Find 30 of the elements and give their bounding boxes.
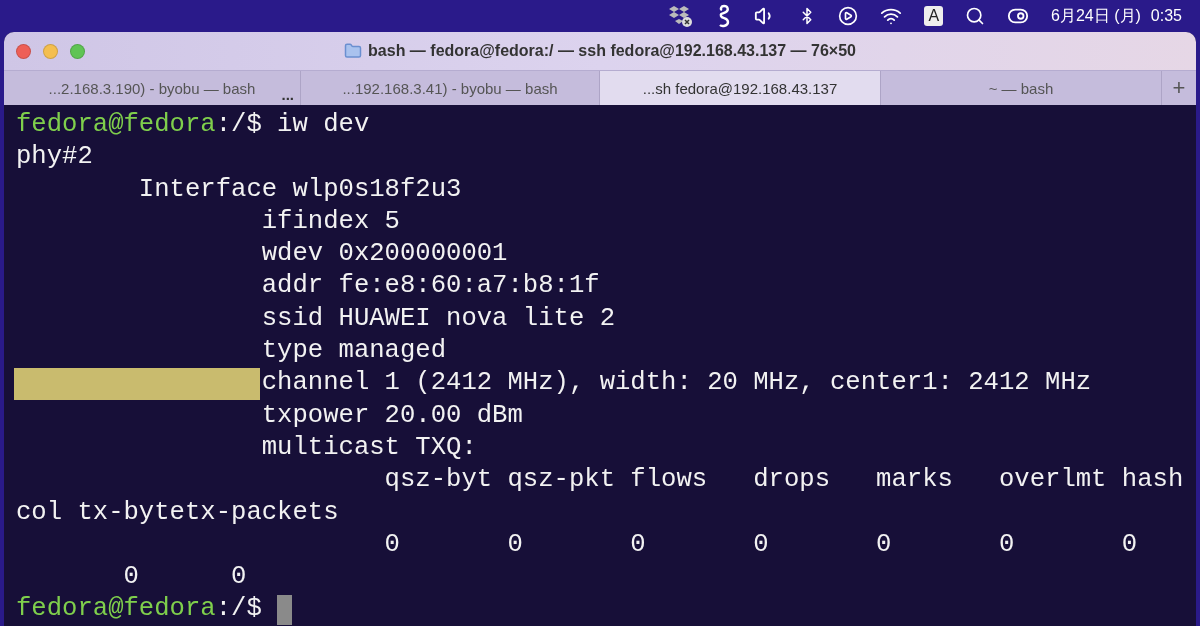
dropbox-sync-icon[interactable] [668,4,695,28]
prompt-user: fedora@fedora [16,109,216,141]
terminal-text: :/$ [215,593,263,626]
terminal-text: txpower 20.00 dBm [260,399,523,432]
window-title: bash — fedora@fedora:/ — ssh fedora@192.168.43.137 — 76×50 [368,42,856,60]
terminal-text: 0 0 [122,561,247,594]
close-button[interactable] [16,43,31,59]
folder-icon [344,42,363,60]
menu-bar-time[interactable]: 0:35 [1150,7,1182,25]
prompt-user: fedora@fedora [16,593,216,626]
terminal-text: multicast TXQ: [260,431,477,464]
terminal-text: addr fe:e8:60:a7:b8:1f [260,270,600,303]
tab-overflow-marker[interactable]: ... [281,86,294,103]
terminal-text: 0 0 0 0 0 0 0 [383,528,1138,561]
play-icon[interactable] [838,6,859,26]
terminal-text: col tx-bytetx-packets [16,496,339,529]
terminal-text: qsz-byt qsz-pkt flows drops marks overlmt hash [383,464,1184,497]
terminal-text: Interface wlp0s18f2u3 [137,173,462,206]
terminal-text: :/$ iw dev [215,109,370,141]
terminal-text: channel 1 (2412 MHz), width: 20 MHz, center1: 2412 MHz [261,367,1092,400]
terminal-text: ssid HUAWEI nova lite 2 [260,302,615,335]
terminal-text: phy#2 [16,141,93,174]
search-icon[interactable] [965,6,986,26]
terminal-text: wdev 0x200000001 [260,238,508,271]
terminal-tab[interactable]: ...sh fedora@192.168.43.137 [600,71,881,105]
terminal-text: ifindex 5 [260,205,400,238]
new-tab-button[interactable]: + [1162,71,1196,105]
terminal-text: type managed [260,335,447,368]
input-source-indicator[interactable]: A [924,6,944,26]
menu-bar-date[interactable]: 6月24日 (月) [1051,5,1141,27]
